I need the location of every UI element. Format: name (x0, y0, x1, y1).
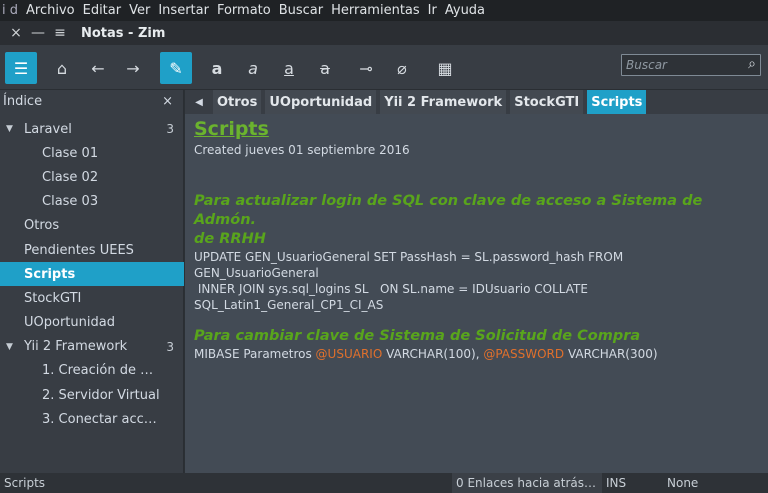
menu-herramientas[interactable]: Herramientas (327, 3, 424, 18)
expand-arrow-icon[interactable]: ▼ (6, 124, 13, 134)
index-item[interactable]: Clase 01 (0, 141, 184, 165)
index-toggle-icon[interactable]: ☰ (5, 52, 37, 84)
close-window-icon[interactable]: × (5, 25, 27, 41)
child-count: 3 (166, 122, 174, 137)
crumb-scripts[interactable]: Scripts (587, 90, 647, 114)
style-status: None (667, 476, 699, 490)
index-item-label: Scripts (24, 266, 76, 282)
sql-line: INNER JOIN sys.sql_logins SL ON SL.name … (194, 282, 588, 296)
bold-icon[interactable]: a (201, 52, 233, 84)
page-title: Scripts (194, 118, 269, 140)
index-header: Índice × (0, 90, 183, 112)
index-item-label: 2. Servidor Virtual (42, 387, 160, 403)
attachment-icon[interactable]: ⌀ (386, 52, 418, 84)
menu-fragment: i d (2, 3, 18, 18)
index-sidebar: Índice × ▼ Laravel 3 Clase 01 Clase 02 Clase … (0, 90, 184, 473)
menu-buscar[interactable]: Buscar (275, 3, 327, 18)
close-index-icon[interactable]: × (162, 94, 173, 109)
page-editor[interactable]: Scripts Created jueves 01 septiembre 201… (185, 114, 768, 473)
menu-insertar[interactable]: Insertar (154, 3, 213, 18)
crumb-otros[interactable]: Otros (213, 90, 262, 114)
index-item[interactable]: ▼ Yii 2 Framework 3 (0, 335, 184, 359)
status-page-name: Scripts (4, 476, 46, 490)
back-arrow-icon[interactable]: ← (82, 52, 114, 84)
index-item-label: Clase 03 (42, 194, 99, 210)
index-item[interactable]: UOportunidad (0, 311, 184, 335)
search-icon[interactable]: ⌕ (748, 56, 756, 72)
crumb-yii2-framework[interactable]: Yii 2 Framework (380, 90, 507, 114)
index-item-label: Pendientes UEES (24, 242, 134, 258)
table-icon[interactable]: ▦ (429, 52, 461, 84)
sql-text: VARCHAR(300) (564, 347, 658, 361)
section-heading-1-cont: de RRHH (194, 231, 266, 247)
index-item[interactable]: StockGTI (0, 286, 184, 310)
index-item[interactable]: ▼ Laravel 3 (0, 117, 184, 141)
strikethrough-icon[interactable]: a (309, 52, 341, 84)
sql-line: UPDATE GEN_UsuarioGeneral SET PassHash =… (194, 250, 624, 264)
underline-icon[interactable]: a (273, 52, 305, 84)
backlinks-label: 0 Enlaces hacia atrás… (456, 476, 597, 490)
sql-text: MIBASE Parametros (194, 347, 316, 361)
edit-pencil-icon[interactable]: ✎ (160, 52, 192, 84)
index-item[interactable]: 2. Servidor Virtual (0, 383, 184, 407)
index-tree: ▼ Laravel 3 Clase 01 Clase 02 Clase 03 Otros Pe… (0, 117, 184, 431)
index-item-label: 1. Creación de pr… (42, 363, 160, 379)
menubar: i d Archivo Editar Ver Insertar Formato … (0, 0, 768, 21)
index-item[interactable]: 1. Creación de pr… (0, 359, 184, 383)
menu-ayuda[interactable]: Ayuda (441, 3, 489, 18)
sql-line: GEN_UsuarioGeneral (194, 266, 319, 280)
window-titlebar: × — ≡ Notas - Zim (0, 21, 768, 45)
sql-params-line: MIBASE Parametros @USUARIO VARCHAR(100),… (194, 346, 759, 362)
section-heading-1: Para actualizar login de SQL con clave d… (194, 193, 703, 228)
index-title: Índice (3, 93, 43, 109)
menu-ir[interactable]: Ir (424, 3, 441, 18)
index-item-label: 3. Conectar acció… (42, 411, 160, 427)
menu-ver[interactable]: Ver (125, 3, 154, 18)
expand-arrow-icon[interactable]: ▼ (6, 342, 13, 352)
index-item[interactable]: Otros (0, 214, 184, 238)
search-input[interactable] (622, 55, 740, 75)
index-item-label: Yii 2 Framework (24, 339, 128, 355)
italic-icon[interactable]: a (237, 52, 269, 84)
index-item[interactable]: Clase 02 (0, 165, 184, 189)
link-icon[interactable]: ⊸ (350, 52, 382, 84)
window-title: Notas - Zim (81, 25, 166, 41)
forward-arrow-icon[interactable]: → (117, 52, 149, 84)
index-item-label: Otros (24, 218, 60, 234)
pathbar: ◀ Otros UOportunidad Yii 2 Framework Sto… (185, 90, 768, 114)
index-item[interactable]: Pendientes UEES (0, 238, 184, 262)
index-item[interactable]: 3. Conectar acció… (0, 407, 184, 431)
index-item-label: StockGTI (24, 290, 82, 306)
insert-mode: INS (606, 476, 627, 490)
window-menu-icon[interactable]: ≡ (49, 25, 71, 41)
sql-line: SQL_Latin1_General_CP1_CI_AS (194, 298, 384, 312)
tag-usuario[interactable]: @USUARIO (316, 347, 383, 361)
section-heading-2: Para cambiar clave de Sistema de Solicit… (194, 328, 641, 344)
sql-text: VARCHAR(100), (382, 347, 484, 361)
menu-formato[interactable]: Formato (213, 3, 275, 18)
index-item-label: UOportunidad (24, 315, 115, 331)
index-item[interactable]: Clase 03 (0, 190, 184, 214)
tag-password[interactable]: @PASSWORD (483, 347, 564, 361)
home-icon[interactable]: ⌂ (46, 52, 78, 84)
created-date: Created jueves 01 septiembre 2016 (194, 143, 410, 157)
crumb-stockgti[interactable]: StockGTI (510, 90, 584, 114)
menu-archivo[interactable]: Archivo (22, 3, 79, 18)
index-item[interactable]: Scripts (0, 262, 184, 287)
index-item-label: Clase 02 (42, 169, 99, 185)
statusbar: Scripts 0 Enlaces hacia atrás… INS None (0, 473, 768, 493)
index-item-label: Clase 01 (42, 145, 99, 161)
crumb-uoportunidad[interactable]: UOportunidad (265, 90, 377, 114)
search-box: ⌕ (621, 54, 761, 76)
pathbar-back-icon[interactable]: ◀ (185, 97, 213, 108)
minimize-window-icon[interactable]: — (27, 25, 49, 41)
menu-editar[interactable]: Editar (79, 3, 126, 18)
child-count: 3 (166, 339, 174, 354)
